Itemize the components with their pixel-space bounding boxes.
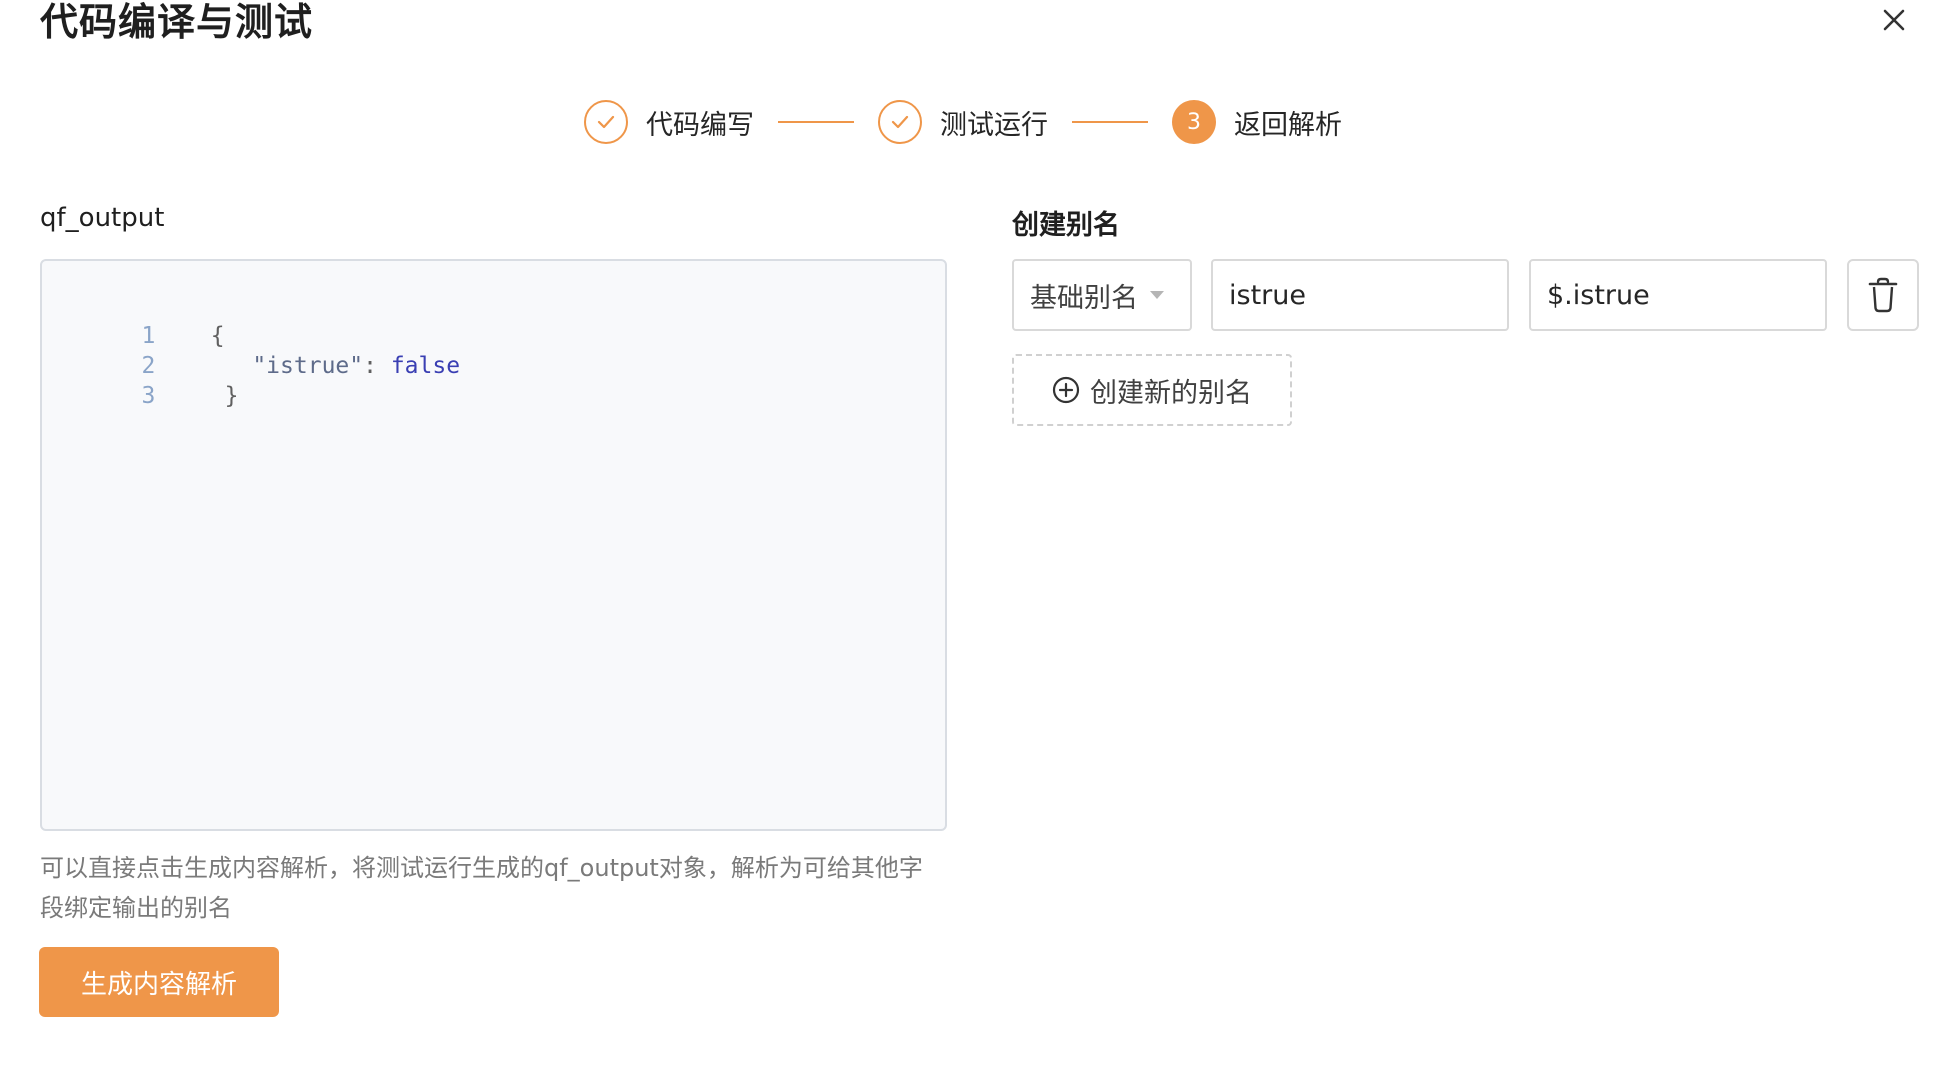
step-connector [778,121,854,123]
step-code-write: 代码编写 [584,100,754,144]
check-icon [597,115,615,129]
step-test-run: 测试运行 [878,100,1048,144]
step-number: 3 [1172,100,1216,144]
step-label: 测试运行 [940,109,1048,141]
dialog-title: 代码编译与测试 [40,0,314,44]
code-line: 2 "istrue": false [42,321,461,379]
close-button[interactable] [1876,2,1912,38]
add-alias-button[interactable]: 创建新的别名 [1012,354,1292,426]
step-done-indicator [584,100,628,144]
step-done-indicator [878,100,922,144]
delete-alias-button[interactable] [1847,259,1919,331]
line-number: 3 [141,383,156,409]
add-alias-label: 创建新的别名 [1090,377,1252,409]
generate-parse-button[interactable]: 生成内容解析 [39,947,279,1017]
step-connector [1072,121,1148,123]
json-key: "istrue" [252,353,364,379]
step-label: 返回解析 [1234,109,1342,141]
code-text: } [224,383,239,409]
step-label: 代码编写 [646,109,754,141]
code-line: 3 } [42,351,239,409]
code-line: 1 { [42,291,225,349]
caret-down-icon [1150,291,1164,299]
trash-icon [1868,277,1898,313]
plus-circle-icon [1052,376,1080,404]
alias-section-title: 创建别名 [1012,210,1120,241]
json-value: false [390,353,461,379]
close-icon [1883,9,1905,31]
alias-type-value: 基础别名 [1030,282,1138,314]
alias-name-input[interactable] [1211,259,1509,331]
alias-path-input[interactable] [1529,259,1827,331]
json-separator: : [363,353,391,379]
check-icon [891,115,909,129]
stepper: 代码编写 测试运行 3 返回解析 [584,100,1342,144]
alias-type-select[interactable]: 基础别名 [1012,259,1192,331]
parse-hint: 可以直接点击生成内容解析，将测试运行生成的qf_output对象，解析为可给其他… [40,854,923,922]
step-return-parse: 3 返回解析 [1172,100,1342,144]
code-editor[interactable]: 1 { 2 "istrue": false 3 } [40,259,947,831]
output-label: qf_output [40,203,165,233]
